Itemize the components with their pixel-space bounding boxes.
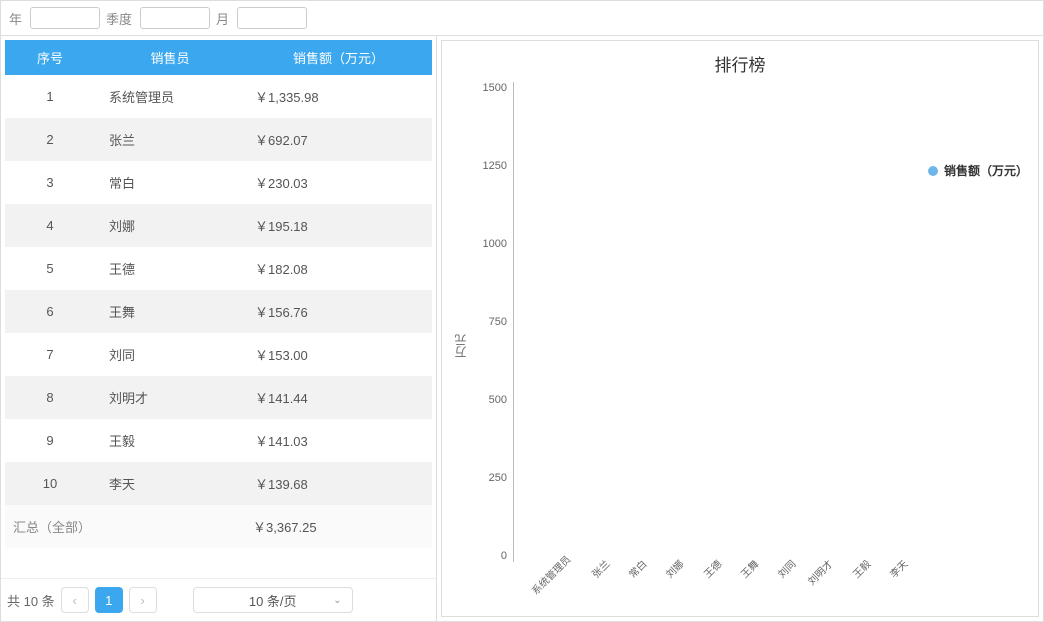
year-input[interactable] [30, 7, 100, 29]
sales-table: 序号 销售员 销售额（万元） 1系统管理员￥1,335.982张兰￥692.07… [5, 40, 432, 548]
table-row[interactable]: 9王毅￥141.03 [5, 419, 432, 462]
pager-total: 共 10 条 [7, 591, 55, 610]
col-amount[interactable]: 销售额（万元） [245, 40, 432, 75]
chart-xaxis: 系统管理员张兰常白刘娜王德王舞刘同刘明才王毅李天 [471, 562, 898, 610]
cell-amount: ￥153.00 [245, 333, 432, 376]
page-size-label: 10 条/页 [249, 591, 297, 610]
cell-name: 系统管理员 [95, 75, 245, 118]
chart-yaxis: 1500 1250 1000 750 500 250 0 [471, 82, 513, 562]
filter-bar: 年 季度 月 [1, 1, 1043, 36]
pager-page-1-button[interactable]: 1 [95, 587, 123, 613]
cell-name: 刘明才 [95, 376, 245, 419]
table-row[interactable]: 8刘明才￥141.44 [5, 376, 432, 419]
cell-amount: ￥230.03 [245, 161, 432, 204]
cell-amount: ￥692.07 [245, 118, 432, 161]
chart-bars-area [513, 82, 898, 562]
month-label: 月 [216, 9, 229, 28]
page-size-select[interactable]: 10 条/页 ⌄ [193, 587, 353, 613]
ytick-label: 250 [489, 472, 507, 484]
cell-amount: ￥139.68 [245, 462, 432, 505]
table-row[interactable]: 10李天￥139.68 [5, 462, 432, 505]
table-panel: 序号 销售员 销售额（万元） 1系统管理员￥1,335.982张兰￥692.07… [1, 36, 437, 621]
chart-panel: 排行榜 万元 销售额（万元） 1500 1250 1000 750 500 250 0 系统… [441, 40, 1039, 617]
ytick-label: 1000 [483, 238, 507, 250]
ytick-label: 0 [501, 550, 507, 562]
table-row[interactable]: 6王舞￥156.76 [5, 290, 432, 333]
cell-index: 9 [5, 419, 95, 462]
cell-amount: ￥156.76 [245, 290, 432, 333]
cell-name: 常白 [95, 161, 245, 204]
cell-amount: ￥141.44 [245, 376, 432, 419]
cell-index: 2 [5, 118, 95, 161]
table-row[interactable]: 1系统管理员￥1,335.98 [5, 75, 432, 118]
col-name[interactable]: 销售员 [95, 40, 245, 75]
table-row[interactable]: 4刘娜￥195.18 [5, 204, 432, 247]
ytick-label: 1250 [483, 160, 507, 172]
cell-index: 8 [5, 376, 95, 419]
cell-amount: ￥141.03 [245, 419, 432, 462]
col-index[interactable]: 序号 [5, 40, 95, 75]
cell-index: 4 [5, 204, 95, 247]
cell-index: 6 [5, 290, 95, 333]
cell-name: 刘娜 [95, 204, 245, 247]
cell-name: 王德 [95, 247, 245, 290]
chart-legend[interactable]: 销售额（万元） [928, 162, 1028, 179]
cell-index: 10 [5, 462, 95, 505]
legend-label: 销售额（万元） [944, 162, 1028, 179]
chevron-right-icon: › [141, 593, 145, 608]
cell-name: 李天 [95, 462, 245, 505]
cell-index: 5 [5, 247, 95, 290]
chevron-down-icon: ⌄ [333, 595, 341, 606]
table-footer-row: 汇总（全部） ￥3,367.25 [5, 505, 432, 548]
pager-prev-button[interactable]: ‹ [61, 587, 89, 613]
cell-index: 1 [5, 75, 95, 118]
month-input[interactable] [237, 7, 307, 29]
cell-index: 7 [5, 333, 95, 376]
cell-index: 3 [5, 161, 95, 204]
footer-label: 汇总（全部） [5, 505, 95, 548]
table-row[interactable]: 5王德￥182.08 [5, 247, 432, 290]
table-row[interactable]: 3常白￥230.03 [5, 161, 432, 204]
footer-amount: ￥3,367.25 [245, 505, 432, 548]
year-label: 年 [9, 9, 22, 28]
cell-name: 王舞 [95, 290, 245, 333]
pager-next-button[interactable]: › [129, 587, 157, 613]
table-row[interactable]: 2张兰￥692.07 [5, 118, 432, 161]
cell-name: 刘同 [95, 333, 245, 376]
ytick-label: 500 [489, 394, 507, 406]
quarter-input[interactable] [140, 7, 210, 29]
app-root: 年 季度 月 序号 销售员 销售额（万元） 1系统管理员￥1,335.982张兰… [0, 0, 1044, 622]
chart-title: 排行榜 [452, 51, 1028, 76]
cell-amount: ￥195.18 [245, 204, 432, 247]
chart-ylabel: 万元 [452, 334, 469, 358]
pager: 共 10 条 ‹ 1 › 10 条/页 ⌄ [1, 578, 436, 621]
legend-swatch-icon [928, 166, 938, 176]
ytick-label: 750 [489, 316, 507, 328]
cell-amount: ￥1,335.98 [245, 75, 432, 118]
chevron-left-icon: ‹ [73, 593, 77, 608]
table-row[interactable]: 7刘同￥153.00 [5, 333, 432, 376]
cell-amount: ￥182.08 [245, 247, 432, 290]
ytick-label: 1500 [483, 82, 507, 94]
quarter-label: 季度 [106, 9, 132, 28]
cell-name: 张兰 [95, 118, 245, 161]
cell-name: 王毅 [95, 419, 245, 462]
